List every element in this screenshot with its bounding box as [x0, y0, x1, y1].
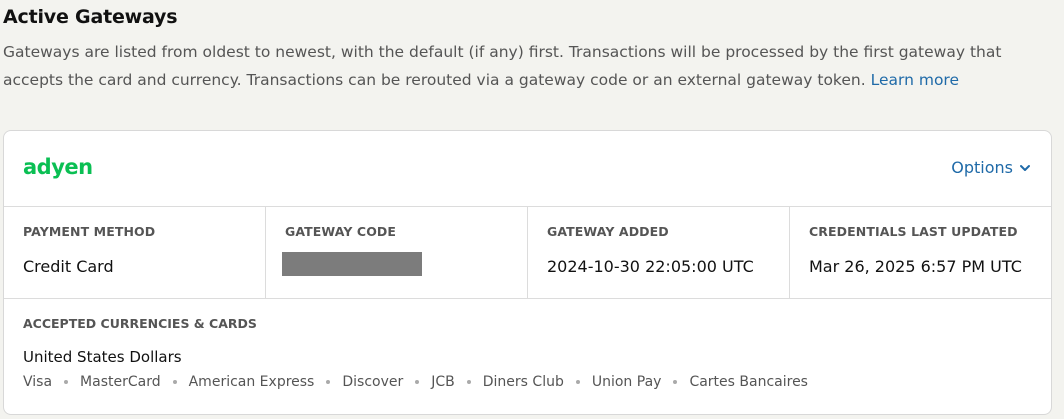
card-brand: JCB	[431, 374, 455, 390]
accepted-currencies-label: ACCEPTED CURRENCIES & CARDS	[23, 316, 257, 331]
payment-method-label: PAYMENT METHOD	[23, 224, 156, 239]
card-brand: Visa	[23, 374, 53, 390]
credentials-updated-label: CREDENTIALS LAST UPDATED	[809, 224, 1018, 239]
gateway-card: adyen Options PAYMENT METHOD Credit Card…	[3, 130, 1052, 415]
separator-dot	[64, 380, 69, 384]
gateway-code-redacted	[282, 252, 422, 276]
separator-dot	[172, 380, 177, 384]
separator-dot	[326, 380, 331, 384]
card-brand: MasterCard	[80, 374, 161, 390]
accepted-currencies-section: ACCEPTED CURRENCIES & CARDS United State…	[4, 299, 1051, 414]
options-button[interactable]: Options	[951, 158, 1031, 177]
learn-more-link[interactable]: Learn more	[871, 71, 959, 89]
adyen-logo: adyen	[23, 155, 93, 179]
gateway-code-label: GATEWAY CODE	[285, 224, 397, 239]
description-text: Gateways are listed from oldest to newes…	[3, 43, 1002, 89]
card-brand: Discover	[342, 374, 404, 390]
page-description: Gateways are listed from oldest to newes…	[3, 38, 1053, 94]
card-brand: Union Pay	[591, 374, 662, 390]
gateway-info-row: PAYMENT METHOD Credit Card GATEWAY CODE …	[4, 207, 1051, 299]
card-brand: Diners Club	[482, 374, 564, 390]
page-title: Active Gateways	[3, 6, 178, 28]
payment-method-cell: PAYMENT METHOD Credit Card	[4, 207, 266, 298]
gateway-added-label: GATEWAY ADDED	[547, 224, 669, 239]
card-brand: American Express	[188, 374, 315, 390]
separator-dot	[415, 380, 420, 384]
payment-method-value: Credit Card	[23, 257, 114, 276]
gateway-added-value: 2024-10-30 22:05:00 UTC	[547, 257, 754, 276]
currency-name: United States Dollars	[23, 348, 182, 366]
card-brands-list: Visa MasterCard American Express Discove…	[23, 374, 808, 390]
separator-dot	[466, 380, 471, 384]
gateway-card-header: adyen Options	[4, 131, 1051, 207]
separator-dot	[673, 380, 678, 384]
credentials-updated-value: Mar 26, 2025 6:57 PM UTC	[809, 257, 1022, 276]
card-brand: Cartes Bancaires	[689, 374, 808, 390]
chevron-down-icon	[1020, 164, 1030, 171]
separator-dot	[575, 380, 580, 384]
options-label: Options	[951, 158, 1013, 177]
credentials-updated-cell: CREDENTIALS LAST UPDATED Mar 26, 2025 6:…	[790, 207, 1051, 298]
gateway-added-cell: GATEWAY ADDED 2024-10-30 22:05:00 UTC	[528, 207, 790, 298]
gateway-code-cell: GATEWAY CODE	[266, 207, 528, 298]
